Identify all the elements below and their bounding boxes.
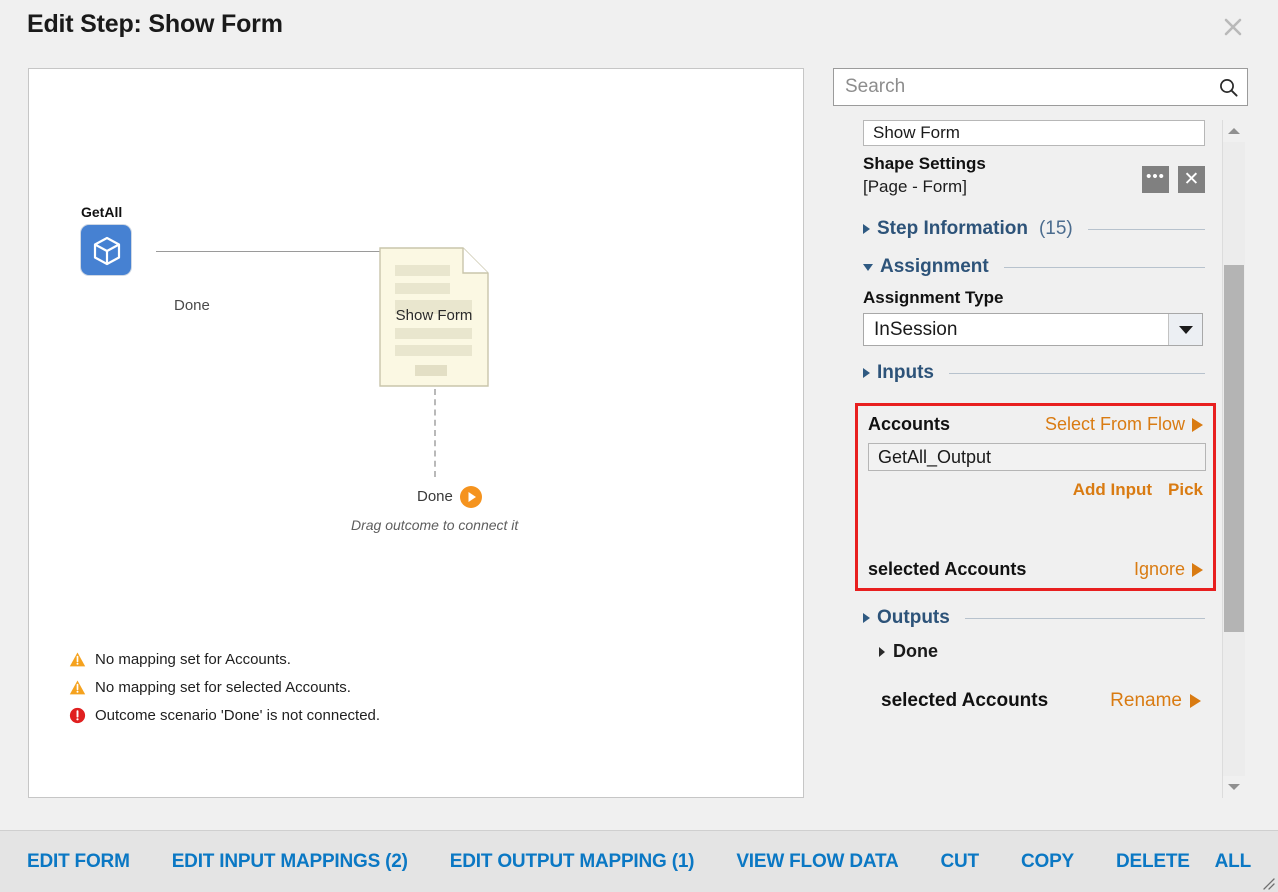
section-divider xyxy=(1087,228,1205,230)
rename-button[interactable]: Rename xyxy=(1110,690,1201,712)
select-from-flow-button[interactable]: Select From Flow xyxy=(1045,414,1203,435)
section-divider xyxy=(949,372,1205,374)
close-icon[interactable] xyxy=(1218,12,1248,42)
section-title: Inputs xyxy=(877,362,934,383)
section-divider xyxy=(1003,266,1205,268)
chevron-up-icon[interactable] xyxy=(1223,120,1245,142)
chevron-right-icon xyxy=(879,646,885,657)
outcome-dashed-connector xyxy=(434,389,436,477)
input-mapping-highlight-box: Accounts Select From Flow Add Input Pick… xyxy=(855,403,1216,591)
step-name-input[interactable] xyxy=(863,120,1205,146)
warning-triangle-icon xyxy=(69,651,86,668)
edit-output-mapping-button[interactable]: EDIT OUTPUT MAPPING (1) xyxy=(450,851,695,873)
search-icon[interactable] xyxy=(1219,78,1238,97)
validation-text: No mapping set for selected Accounts. xyxy=(95,678,351,696)
edit-input-mappings-button[interactable]: EDIT INPUT MAPPINGS (2) xyxy=(172,851,408,873)
add-input-button[interactable]: Add Input xyxy=(1073,480,1152,500)
scrollbar-thumb[interactable] xyxy=(1224,265,1244,632)
chevron-right-icon xyxy=(863,224,870,234)
edit-form-button[interactable]: EDIT FORM xyxy=(27,851,130,873)
node-label-getall: GetAll xyxy=(81,204,123,220)
validation-row: No mapping set for selected Accounts. xyxy=(69,673,789,701)
rename-label: Rename xyxy=(1110,690,1182,711)
input-mapping-name: selected Accounts xyxy=(868,559,1027,579)
edit-step-dialog: Edit Step: Show Form GetAll Done Show Fo… xyxy=(0,0,1278,892)
section-step-information[interactable]: Step Information (15) xyxy=(863,218,1205,240)
validation-message-list: No mapping set for Accounts. No mapping … xyxy=(69,645,789,729)
pick-button[interactable]: Pick xyxy=(1168,480,1203,500)
view-flow-data-button[interactable]: VIEW FLOW DATA xyxy=(736,851,898,873)
output-item-label: Done xyxy=(893,641,938,661)
outcome-hint-text: Drag outcome to connect it xyxy=(351,517,519,533)
shape-settings-more-button[interactable]: ••• xyxy=(1142,166,1169,193)
section-divider xyxy=(964,617,1205,619)
input-mapping-selected-accounts-row: selected Accounts Ignore xyxy=(868,559,1203,580)
flow-node-getall[interactable] xyxy=(80,224,132,276)
connector-label-done: Done xyxy=(174,297,210,314)
input-mapping-accounts-row: Accounts Select From Flow xyxy=(868,414,1203,435)
section-title: Assignment xyxy=(880,256,989,277)
assignment-type-value: InSession xyxy=(874,319,958,340)
flow-canvas[interactable]: GetAll Done Show Form Done Drag outcome … xyxy=(28,68,804,798)
dialog-titlebar: Edit Step: Show Form xyxy=(0,0,1278,52)
outcome-done[interactable]: Done xyxy=(347,486,527,508)
section-assignment[interactable]: Assignment xyxy=(863,256,1205,278)
cut-button[interactable]: CUT xyxy=(941,851,980,873)
cube-icon xyxy=(93,236,121,266)
chevron-right-icon xyxy=(863,613,870,623)
validation-row: Outcome scenario 'Done' is not connected… xyxy=(69,701,789,729)
output-item-done[interactable]: Done xyxy=(879,641,1205,662)
scrollbar-track[interactable] xyxy=(1223,142,1245,776)
error-circle-icon xyxy=(69,707,86,724)
flow-diagram: GetAll Done Show Form Done Drag outcome … xyxy=(29,69,803,729)
panel-scrollbar[interactable] xyxy=(1222,120,1245,798)
accounts-value-input[interactable] xyxy=(868,443,1206,471)
select-from-flow-label: Select From Flow xyxy=(1044,414,1185,434)
node-label-showform: Show Form xyxy=(395,307,473,324)
properties-panel: Shape Settings [Page - Form] ••• ✕ Step … xyxy=(833,68,1251,798)
play-circle-icon[interactable] xyxy=(459,485,483,509)
panel-scroll-area: Shape Settings [Page - Form] ••• ✕ Step … xyxy=(833,120,1248,798)
assignment-type-label: Assignment Type xyxy=(863,288,1004,307)
chevron-down-icon[interactable] xyxy=(1223,776,1245,798)
chevron-right-icon xyxy=(863,368,870,378)
section-inputs[interactable]: Inputs xyxy=(863,362,1205,384)
all-button[interactable]: ALL xyxy=(1215,851,1252,873)
ignore-button[interactable]: Ignore xyxy=(1134,559,1203,580)
section-title: Step Information xyxy=(877,218,1028,239)
search-box[interactable] xyxy=(833,68,1248,106)
shape-settings-clear-button[interactable]: ✕ xyxy=(1178,166,1205,193)
footer-actions: EDIT FORM EDIT INPUT MAPPINGS (2) EDIT O… xyxy=(27,831,1251,892)
triangle-right-icon xyxy=(1192,417,1203,432)
ignore-label: Ignore xyxy=(1133,559,1185,579)
section-count: (15) xyxy=(1038,218,1073,239)
chevron-down-icon[interactable] xyxy=(1168,314,1202,345)
output-mapping-selected-accounts-row: selected Accounts Rename xyxy=(881,690,1201,712)
warning-triangle-icon xyxy=(69,679,86,696)
triangle-right-icon xyxy=(1190,694,1201,708)
delete-button[interactable]: DELETE xyxy=(1116,851,1190,873)
copy-button[interactable]: COPY xyxy=(1021,851,1074,873)
validation-text: Outcome scenario 'Done' is not connected… xyxy=(95,706,381,724)
assignment-type-select[interactable]: InSession xyxy=(863,313,1203,346)
validation-row: No mapping set for Accounts. xyxy=(69,645,789,673)
panel-content: Shape Settings [Page - Form] ••• ✕ Step … xyxy=(855,120,1216,712)
input-mapping-name: Accounts xyxy=(868,414,951,434)
validation-text: No mapping set for Accounts. xyxy=(95,650,291,668)
flow-node-showform[interactable]: Show Form xyxy=(379,247,489,387)
section-title: Outputs xyxy=(877,607,950,628)
outcome-label: Done xyxy=(417,488,453,505)
search-input[interactable] xyxy=(843,69,1213,105)
output-mapping-name: selected Accounts xyxy=(881,690,1049,711)
page-title: Edit Step: Show Form xyxy=(27,10,283,38)
input-mapping-links: Add Input Pick xyxy=(868,480,1203,500)
triangle-right-icon xyxy=(1192,562,1203,577)
section-outputs[interactable]: Outputs xyxy=(863,607,1205,629)
shape-settings-block: Shape Settings [Page - Form] ••• ✕ xyxy=(863,152,1205,202)
chevron-down-icon xyxy=(863,263,873,271)
connector-getall-to-showform xyxy=(156,251,386,252)
dialog-footer: EDIT FORM EDIT INPUT MAPPINGS (2) EDIT O… xyxy=(0,830,1278,892)
resize-grip-icon[interactable] xyxy=(1259,874,1275,890)
